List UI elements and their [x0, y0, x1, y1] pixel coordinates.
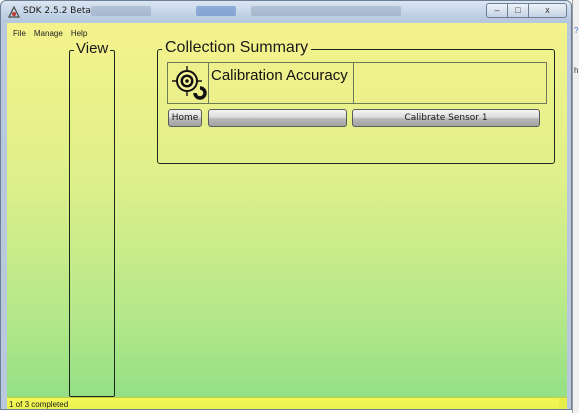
menu-manage[interactable]: Manage — [34, 29, 63, 38]
window-title: SDK 2.5.2 Beta — [23, 6, 91, 16]
minimize-button[interactable]: – — [486, 3, 508, 18]
calibration-accuracy-value — [355, 63, 545, 103]
calibration-accuracy-card[interactable]: Calibration Accuracy — [167, 62, 547, 104]
view-panel: View — [69, 40, 115, 397]
status-text: 1 of 3 completed — [9, 400, 69, 409]
background-glyph: ? — [574, 26, 579, 35]
window-controls: – □ x — [486, 3, 567, 18]
view-panel-frame — [69, 50, 115, 397]
blurred-background — [91, 6, 151, 16]
calibration-accuracy-label: Calibration Accuracy — [209, 63, 354, 103]
collection-summary-panel: Collection Summary Calibration Accuracy — [157, 39, 555, 165]
blurred-background — [251, 6, 401, 16]
collection-summary-title: Collection Summary — [162, 39, 312, 57]
background-glyph: h — [574, 66, 579, 75]
status-bar: 1 of 3 completed — [7, 397, 567, 409]
blank-button[interactable] — [208, 109, 347, 127]
resize-grip[interactable] — [559, 398, 567, 409]
maximize-button[interactable]: □ — [508, 3, 529, 18]
blurred-background — [196, 6, 236, 16]
app-window: SDK 2.5.2 Beta – □ x File Manage Help Vi… — [0, 0, 572, 410]
menu-help[interactable]: Help — [71, 29, 87, 38]
calibrate-sensor-button[interactable]: Calibrate Sensor 1 — [352, 109, 540, 127]
home-button[interactable]: Home — [168, 109, 202, 127]
calibration-icon-cell — [168, 63, 209, 103]
app-logo-icon — [8, 5, 20, 18]
menu-bar: File Manage Help — [13, 29, 87, 38]
client-area: File Manage Help View Collection Summary — [7, 23, 567, 409]
calibration-target-icon — [172, 66, 207, 100]
title-bar[interactable]: SDK 2.5.2 Beta – □ x — [1, 1, 571, 23]
menu-file[interactable]: File — [13, 29, 26, 38]
background-window-edge: ? h — [572, 0, 579, 413]
view-panel-title: View — [74, 40, 111, 57]
close-button[interactable]: x — [529, 3, 567, 18]
